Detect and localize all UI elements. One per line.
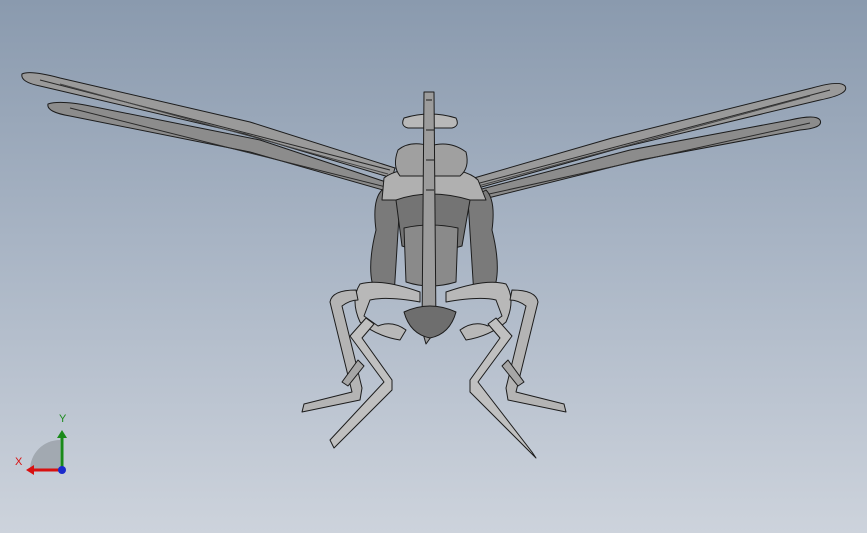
x-axis-label: X (15, 456, 23, 468)
z-axis-dot (58, 466, 66, 474)
dragonfly-model[interactable] (0, 0, 867, 533)
axis-triad (26, 430, 67, 475)
triad-quadrant (30, 440, 60, 470)
right-wing-upper (473, 82, 847, 189)
graphics-viewport[interactable]: Y X (0, 0, 867, 533)
left-wing-upper (21, 72, 396, 179)
y-axis-arrowhead (57, 430, 67, 438)
x-axis-arrowhead (26, 465, 34, 475)
y-axis-label: Y (59, 413, 67, 425)
